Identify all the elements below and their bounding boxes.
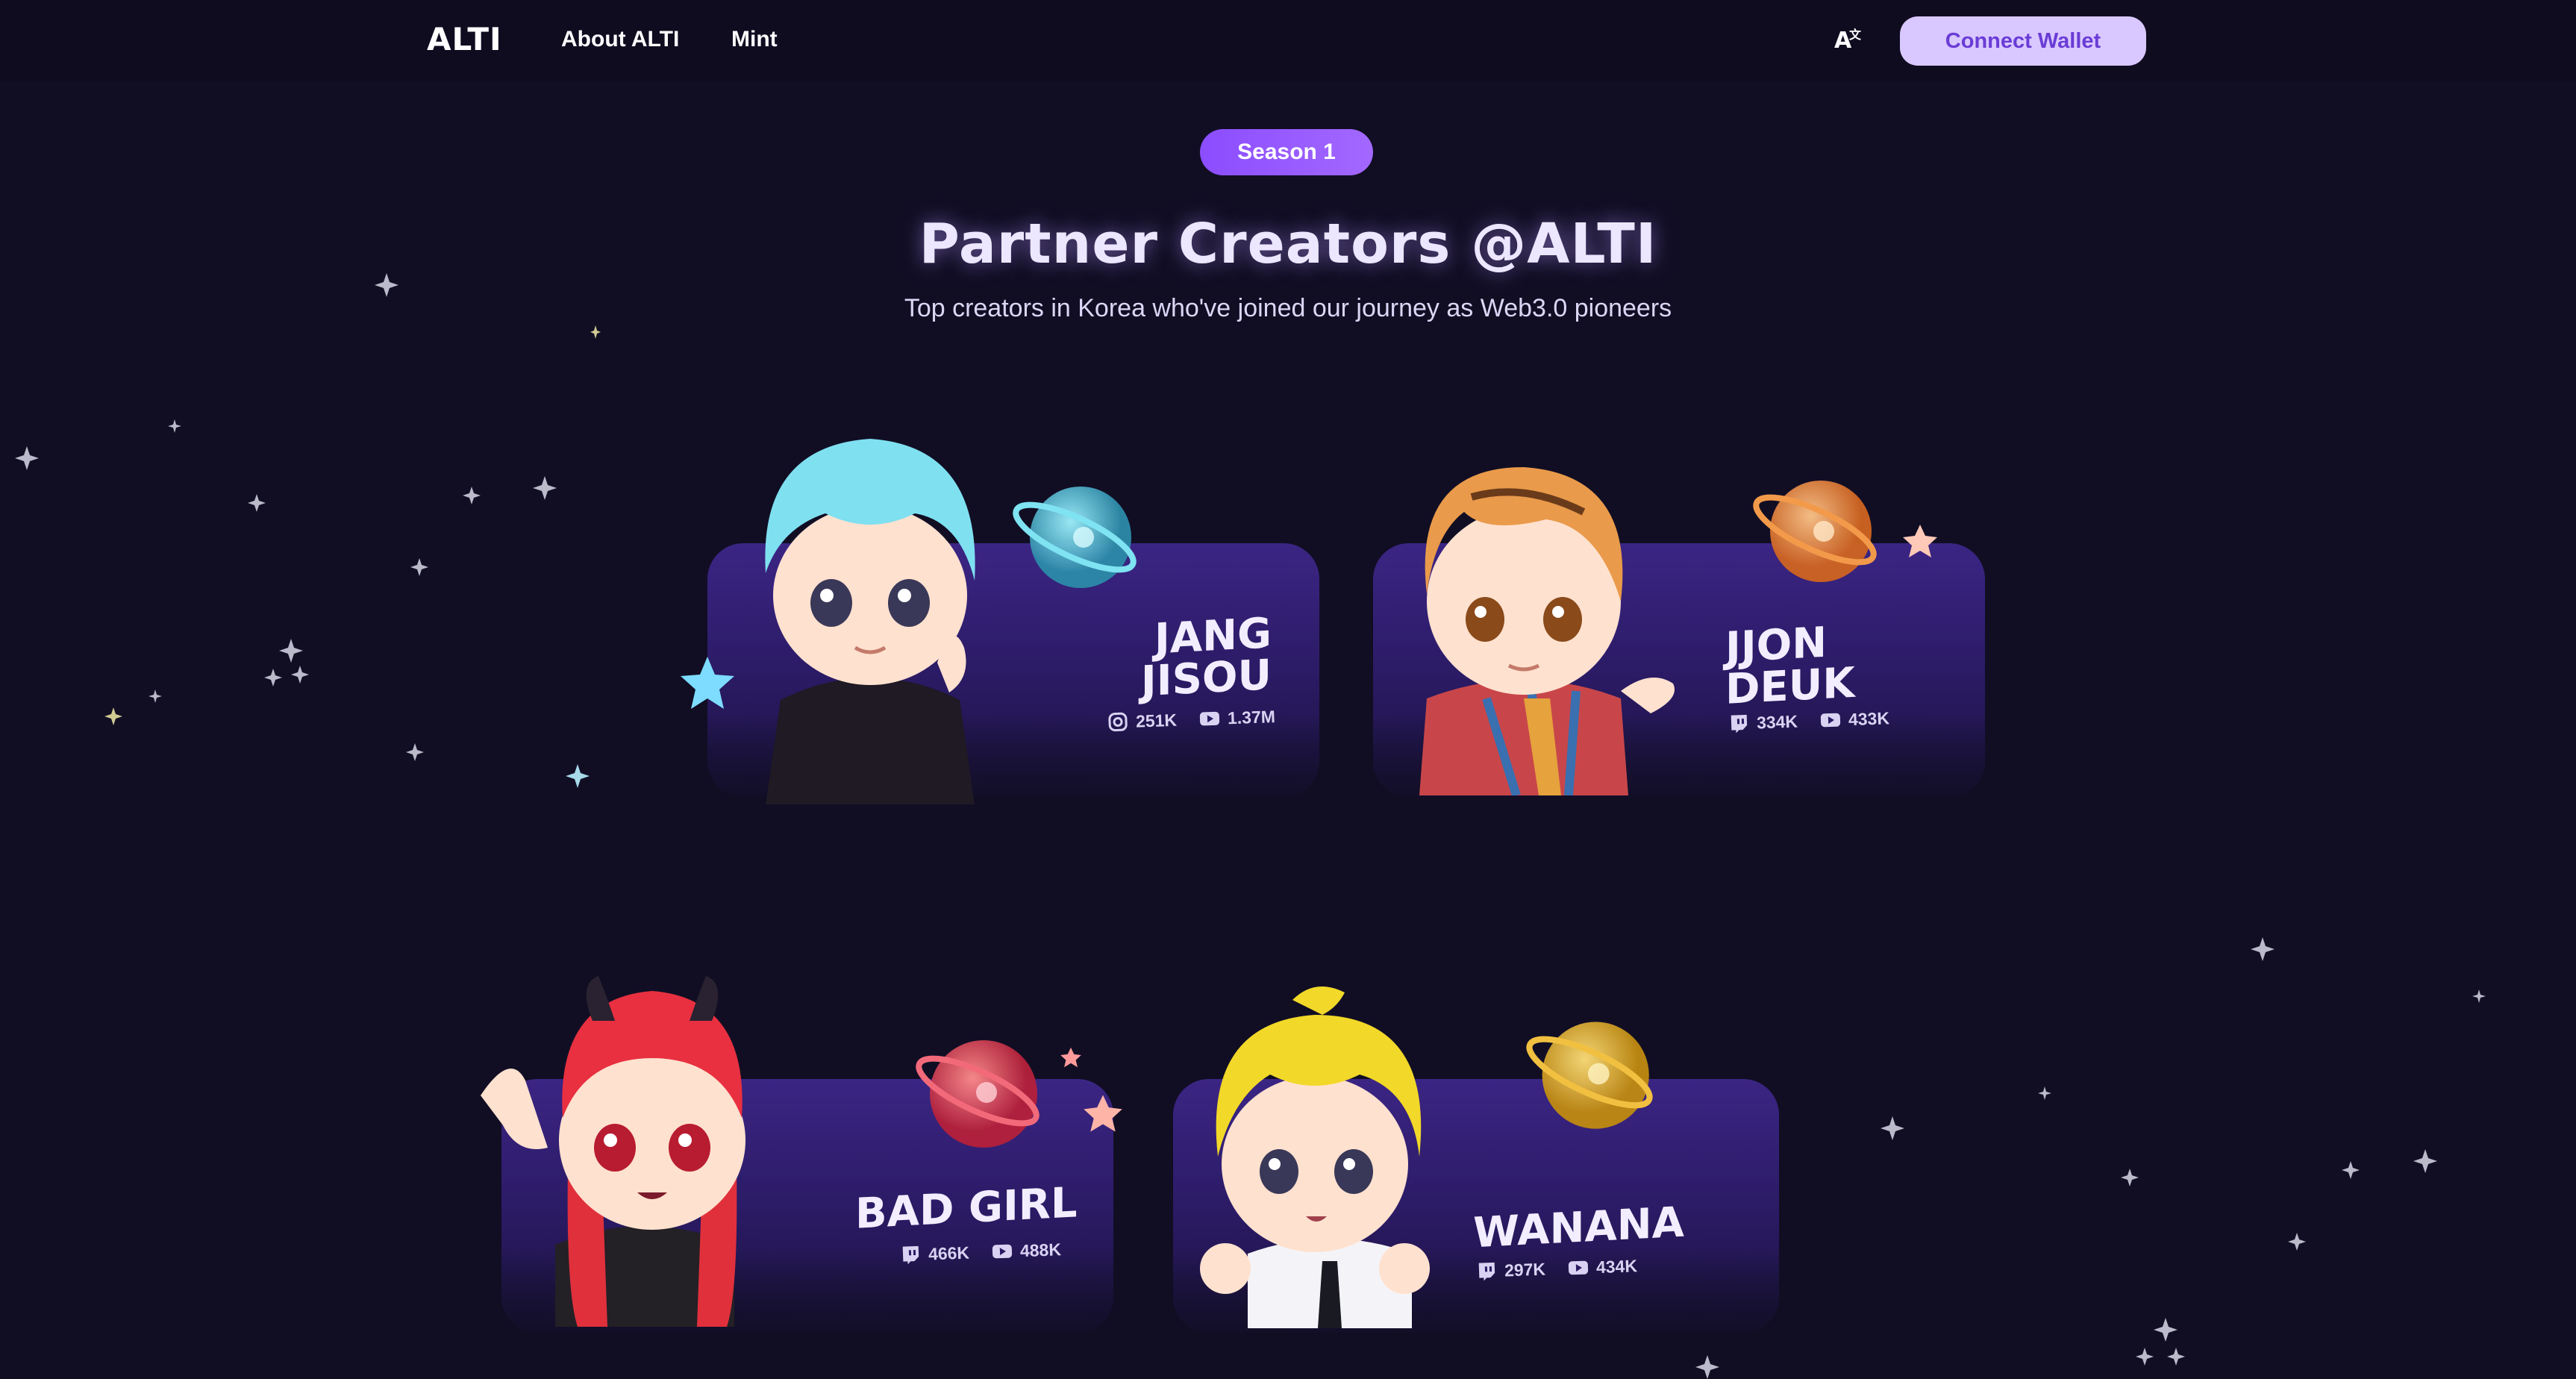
creator-avatar-wanana [1200, 986, 1430, 1328]
twitch-icon [902, 1245, 919, 1265]
creator-name: JANG JISOU [1140, 609, 1272, 707]
follower-count: 297K [1504, 1259, 1546, 1280]
sparkle-icon [2136, 1348, 2154, 1366]
sparkle-icon [149, 690, 162, 703]
planet-orb-icon [1013, 487, 1137, 588]
youtube-icon [1568, 1260, 1589, 1275]
follower-count: 466K [928, 1242, 970, 1263]
sparkle-icon [463, 487, 481, 504]
sparkle-icon [406, 743, 424, 761]
creator-name: BAD GIRL [855, 1178, 1078, 1239]
subscriber-count: 1.37M [1227, 706, 1276, 728]
youtube-icon [1199, 711, 1220, 726]
sparkle-icon [2472, 989, 2486, 1003]
planet-orb-icon [1753, 481, 1877, 582]
sparkle-icon [410, 558, 428, 576]
follower-count: 251K [1135, 710, 1178, 731]
planet-orb-icon [916, 1040, 1040, 1148]
sparkle-icon [2413, 1149, 2437, 1173]
sparkle-icon [2251, 937, 2275, 961]
sparkle-icon [104, 707, 122, 725]
creator-avatar-jang-jisou [765, 439, 975, 804]
twitch-icon [1478, 1262, 1495, 1281]
sparkle-icon [291, 666, 309, 684]
sparkle-icon [1695, 1355, 1719, 1379]
creator-avatar-bad-girl [481, 976, 745, 1327]
sparkle-icon [590, 325, 601, 339]
sparkle-icon [264, 669, 282, 687]
sparkle-icon [2038, 1086, 2051, 1100]
sparkle-icon [533, 476, 557, 500]
subscriber-count: 433K [1848, 707, 1890, 729]
star-icon [681, 657, 734, 709]
youtube-icon [1820, 713, 1841, 728]
twitch-icon [1731, 714, 1748, 734]
star-icon [1060, 1047, 1081, 1068]
sparkle-icon [168, 419, 181, 433]
sparkle-icon [2288, 1233, 2306, 1251]
subscriber-count: 488K [1019, 1239, 1062, 1260]
star-icon [1084, 1095, 1122, 1132]
sparkle-icon [279, 639, 303, 663]
subscriber-count: 434K [1595, 1255, 1638, 1277]
star-icon [1903, 525, 1937, 557]
follower-count: 334K [1756, 711, 1798, 732]
creator-avatar-jjon-deuk [1419, 467, 1675, 795]
sparkle-icon [15, 446, 39, 470]
sparkle-icon [2342, 1161, 2360, 1179]
planet-orb-icon [1526, 1022, 1653, 1129]
youtube-icon [992, 1244, 1013, 1259]
sparkle-icon [2167, 1348, 2185, 1366]
sparkle-icon [1881, 1116, 1904, 1140]
creator-name: JJON DEUK [1725, 618, 1855, 714]
creator-name: WANANA [1473, 1198, 1685, 1258]
sparkle-icon [248, 494, 266, 512]
sparkle-icon [2154, 1318, 2178, 1342]
sparkle-icon [2121, 1169, 2139, 1186]
sparkle-icon [566, 764, 590, 788]
instagram-icon [1108, 712, 1128, 732]
sparkle-icon [375, 273, 398, 297]
